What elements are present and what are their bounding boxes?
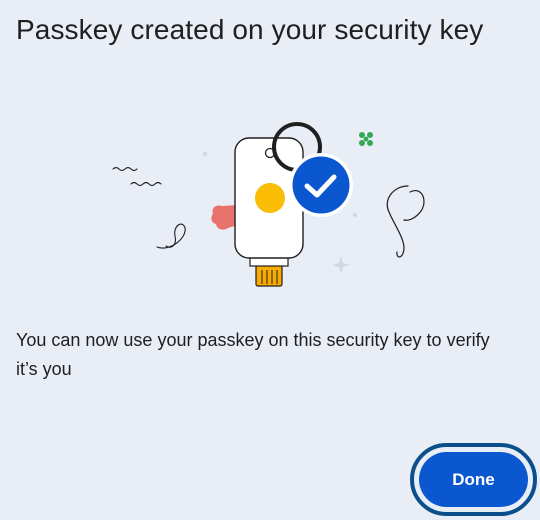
squiggle-decoration-right xyxy=(386,185,425,258)
done-button-label: Done xyxy=(419,452,528,507)
security-key-illustration xyxy=(100,115,440,300)
squiggle-decoration-left xyxy=(112,166,186,249)
red-blob-decoration xyxy=(211,205,238,230)
done-button[interactable]: Done xyxy=(410,443,537,516)
dialog-title: Passkey created on your security key xyxy=(16,14,484,45)
sparkle-icon xyxy=(332,256,350,274)
passkey-dialog: Passkey created on your security key You… xyxy=(0,0,540,520)
dot-decoration xyxy=(352,212,358,218)
key-connector xyxy=(249,253,289,287)
green-sparkle-icon xyxy=(359,132,373,146)
yellow-touch-sensor xyxy=(255,183,285,213)
dot-decoration xyxy=(202,151,208,157)
dialog-description: You can now use your passkey on this sec… xyxy=(16,330,490,379)
checkmark-badge-icon xyxy=(289,153,353,217)
